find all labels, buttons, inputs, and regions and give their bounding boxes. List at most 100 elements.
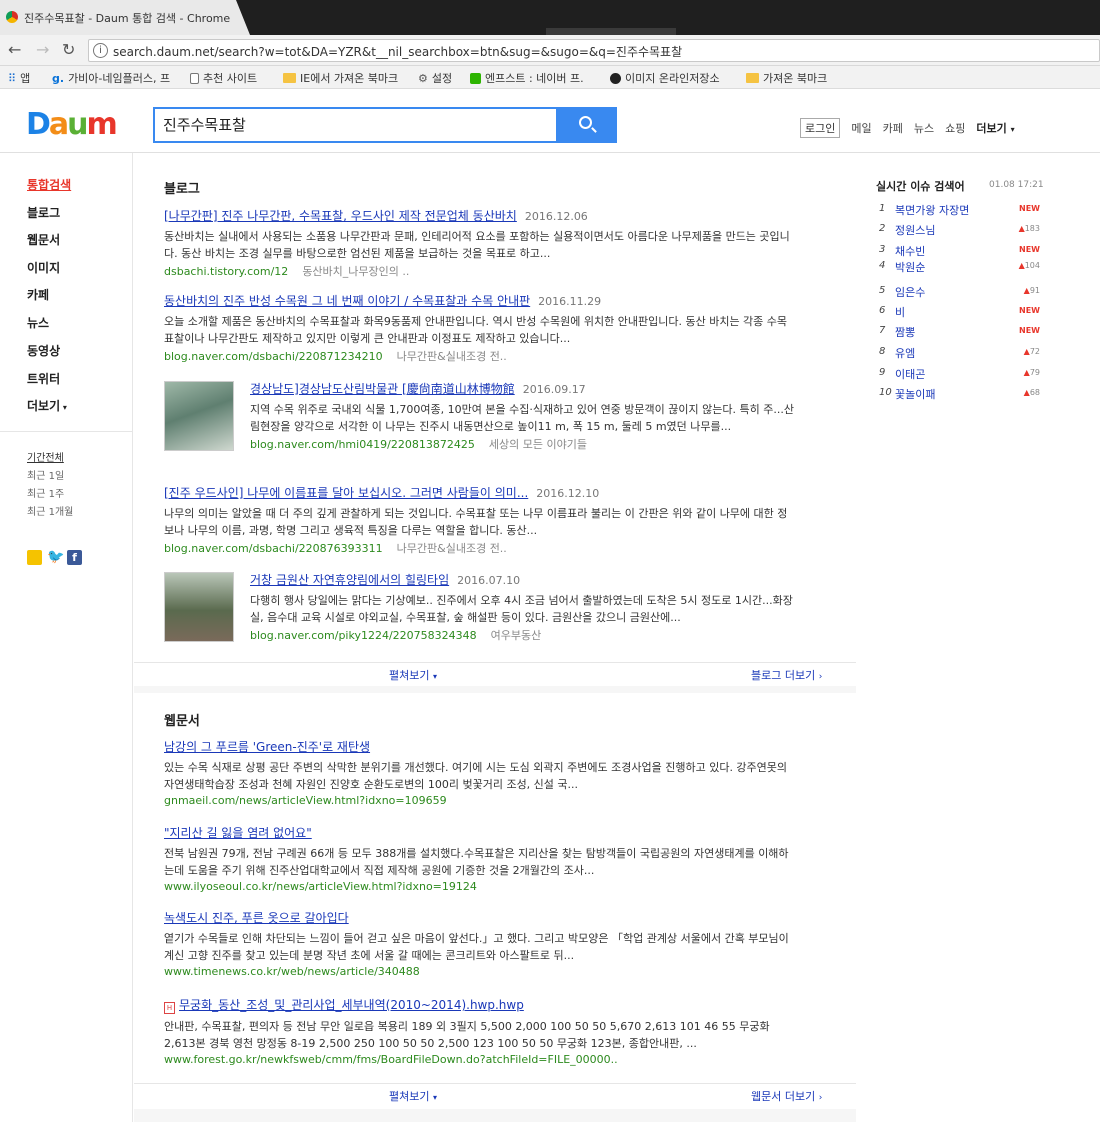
realtime-item[interactable]: 4 박원순 ▲104 — [876, 259, 1040, 275]
result-url-link[interactable]: gnmaeil.com/news/articleView.html?idxno=… — [164, 794, 447, 807]
result-source[interactable]: 나무간판&실내조경 전.. — [397, 350, 507, 363]
realtime-item[interactable]: 5 임은수 ▲91 — [876, 284, 1040, 300]
result-url-link[interactable]: blog.naver.com/hmi0419/220813872425 — [250, 438, 475, 451]
bookmark-settings[interactable]: ⚙ 설정 — [418, 70, 452, 86]
blog-expand-button[interactable]: 펼쳐보기 ▾ — [389, 667, 437, 683]
realtime-item[interactable]: 10 꽃놀이패 ▲68 — [876, 386, 1040, 402]
period-1month[interactable]: 최근 1개월 — [27, 503, 73, 518]
result-thumbnail[interactable] — [164, 381, 234, 451]
result-title-link[interactable]: 무궁화_동산_조성_및_관리사업_세부내역(2010~2014).hwp.hwp — [179, 998, 524, 1012]
result-url-link[interactable]: blog.naver.com/piky1224/220758324348 — [250, 629, 477, 642]
result-url-link[interactable]: dsbachi.tistory.com/12 — [164, 265, 288, 278]
sidebar-item-news[interactable]: 뉴스 — [27, 314, 49, 331]
sidebar-item-cafe[interactable]: 카페 — [27, 286, 49, 303]
realtime-term[interactable]: 임은수 — [895, 284, 925, 300]
realtime-term[interactable]: 짬뽕 — [895, 324, 915, 340]
sidebar-item-more[interactable]: 더보기 ▾ — [27, 397, 67, 414]
result-date: 2016.12.06 — [524, 210, 588, 223]
search-input[interactable] — [163, 115, 543, 133]
blog-result: 거창 금원산 자연휴양림에서의 힐링타임 2016.07.10 다행히 행사 당일… — [250, 571, 795, 643]
sidebar-item-image[interactable]: 이미지 — [27, 259, 60, 276]
realtime-item[interactable]: 7 짬뽕 NEW — [876, 324, 1040, 340]
daum-logo[interactable]: Daum — [26, 110, 118, 140]
twitter-share-icon[interactable]: 🐦 — [47, 550, 64, 565]
bookmark-imported-folder[interactable]: 가져온 북마크 — [746, 70, 827, 86]
sidebar-item-video[interactable]: 동영상 — [27, 342, 60, 359]
tab-title: 진주수목표찰 - Daum 통합 검색 - Chrome — [24, 12, 231, 25]
web-section-footer: 펼쳐보기 ▾ 웹문서 더보기 › — [134, 1083, 856, 1107]
period-1week[interactable]: 최근 1주 — [27, 485, 64, 500]
mail-link[interactable]: 메일 — [851, 120, 871, 136]
chevron-down-icon: ▾ — [432, 672, 437, 681]
bookmark-apps[interactable]: ⠿ 앱 — [8, 70, 30, 86]
result-source[interactable]: 나무간판&실내조경 전.. — [397, 542, 507, 555]
reload-icon[interactable]: ↻ — [62, 41, 75, 59]
facebook-share-icon[interactable]: f — [67, 550, 82, 565]
realtime-item[interactable]: 9 이태곤 ▲79 — [876, 366, 1040, 382]
realtime-item[interactable]: 8 유엠 ▲72 — [876, 345, 1040, 361]
result-source[interactable]: 여우부동산 — [491, 629, 542, 642]
web-expand-button[interactable]: 펼쳐보기 ▾ — [389, 1088, 437, 1104]
bookmark-image-storage[interactable]: 이미지 온라인저장소 — [610, 70, 720, 86]
login-button[interactable]: 로그인 — [800, 118, 841, 138]
browser-tab[interactable]: 진주수목표찰 - Daum 통합 검색 - Chrome — [0, 0, 250, 35]
result-thumbnail[interactable] — [164, 572, 234, 642]
cafe-link[interactable]: 카페 — [883, 120, 903, 136]
more-menu[interactable]: 더보기 ▾ — [976, 120, 1014, 136]
realtime-item[interactable]: 6 비 NEW — [876, 304, 1040, 320]
forward-arrow-icon[interactable]: → — [36, 41, 49, 59]
result-title-link[interactable]: 동산바치의 진주 반성 수목원 그 네 번째 이야기 / 수목표찰과 수목 안내… — [164, 294, 530, 308]
sidebar-item-all[interactable]: 통합검색 — [27, 176, 71, 193]
new-badge: NEW — [1019, 204, 1040, 213]
result-url-link[interactable]: www.timenews.co.kr/web/news/article/3404… — [164, 965, 420, 978]
result-url-link[interactable]: www.ilyoseoul.co.kr/news/articleView.htm… — [164, 880, 477, 893]
bookmark-gabia[interactable]: g. 가비아-네임플러스, 프 — [52, 70, 170, 86]
sidebar-item-web[interactable]: 웹문서 — [27, 231, 60, 248]
blog-more-link[interactable]: 블로그 더보기 › — [751, 667, 822, 683]
result-url-link[interactable]: www.forest.go.kr/newkfsweb/cmm/fms/Board… — [164, 1053, 618, 1066]
sidebar-item-blog[interactable]: 블로그 — [27, 204, 60, 221]
green-square-icon — [470, 72, 481, 84]
info-icon[interactable]: i — [93, 43, 108, 58]
result-title-link[interactable]: 녹색도시 진주, 푸른 옷으로 갈아입다 — [164, 911, 349, 925]
sidebar-item-twitter[interactable]: 트위터 — [27, 370, 60, 387]
result-title-link[interactable]: "지리산 길 잃을 염려 없어요" — [164, 826, 312, 840]
bookmark-nfirst[interactable]: 엔프스트 : 네이버 프. — [470, 70, 584, 86]
bookmark-recommended[interactable]: 추천 사이트 — [190, 70, 257, 86]
result-title-link[interactable]: 경상남도]경상남도산림박물관 [慶尙南道山林博物館 — [250, 382, 515, 396]
background-tab[interactable] — [546, 28, 676, 35]
result-date: 2016.11.29 — [538, 295, 602, 308]
period-all[interactable]: 기간전체 — [27, 449, 64, 464]
realtime-term[interactable]: 복면가왕 자장면 — [895, 202, 969, 218]
result-title-link[interactable]: [나무간판] 진주 나무간판, 수목표찰, 우드사인 제작 전문업체 동산바치 — [164, 209, 517, 223]
realtime-term[interactable]: 유엠 — [895, 345, 915, 361]
realtime-term[interactable]: 이태곤 — [895, 366, 925, 382]
realtime-item[interactable]: 2 정원스님 ▲183 — [876, 222, 1040, 238]
result-title-link[interactable]: 거창 금원산 자연휴양림에서의 힐링타임 — [250, 573, 449, 587]
web-more-link[interactable]: 웹문서 더보기 › — [751, 1088, 822, 1104]
result-source[interactable]: 동산바치_나무장인의 .. — [302, 265, 409, 278]
web-result: 녹색도시 진주, 푸른 옷으로 갈아입다 옅기가 수목들로 인해 차단되는 느낌… — [164, 909, 794, 978]
news-link[interactable]: 뉴스 — [914, 120, 934, 136]
result-source[interactable]: 세상의 모든 이야기들 — [489, 438, 587, 451]
back-arrow-icon[interactable]: ← — [8, 41, 21, 59]
realtime-item[interactable]: 3 채수빈 NEW — [876, 243, 1040, 259]
result-title-link[interactable]: 남강의 그 푸르름 'Green-진주'로 재탄생 — [164, 740, 370, 754]
realtime-term[interactable]: 박원순 — [895, 259, 925, 275]
result-url-link[interactable]: blog.naver.com/dsbachi/220871234210 — [164, 350, 383, 363]
realtime-term[interactable]: 정원스님 — [895, 222, 935, 238]
url-field[interactable]: i search.daum.net/search?w=tot&DA=YZR&t_… — [88, 39, 1100, 62]
realtime-term[interactable]: 채수빈 — [895, 243, 925, 259]
shopping-link[interactable]: 쇼핑 — [945, 120, 965, 136]
period-1day[interactable]: 최근 1일 — [27, 467, 64, 482]
realtime-item[interactable]: 1 복면가왕 자장면 NEW — [876, 202, 1040, 218]
apps-grid-icon: ⠿ — [8, 71, 17, 85]
result-date: 2016.07.10 — [457, 574, 521, 587]
realtime-term[interactable]: 꽃놀이패 — [895, 386, 935, 402]
result-url-link[interactable]: blog.naver.com/dsbachi/220876393311 — [164, 542, 383, 555]
kakao-share-icon[interactable] — [27, 550, 42, 565]
result-title-link[interactable]: [진주 우드사인] 나무에 이름표를 달아 보십시오. 그러면 사람들이 의미.… — [164, 486, 528, 500]
realtime-term[interactable]: 비 — [895, 304, 905, 320]
search-button[interactable] — [556, 107, 617, 143]
bookmark-ie-folder[interactable]: IE에서 가져온 북마크 — [283, 70, 398, 86]
